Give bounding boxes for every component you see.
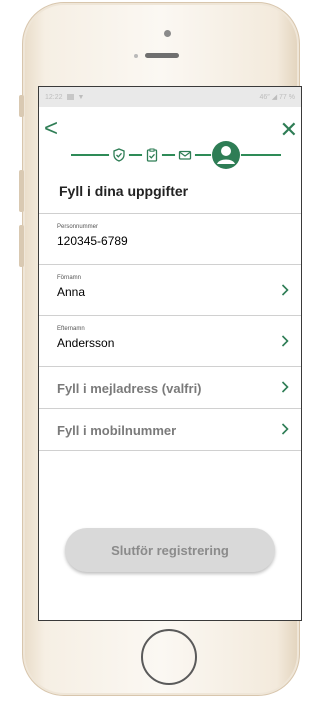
notification-icon: ▼ [77, 93, 85, 101]
step-person-icon [211, 140, 241, 170]
step-clipboard-check-icon [142, 145, 162, 165]
efternamn-value: Andersson [57, 336, 115, 350]
chevron-right-icon [281, 380, 289, 398]
status-bar: 12:22 ▼ 46″ ◢ 77 % [39, 87, 301, 107]
mobile-placeholder: Fyll i mobilnummer [57, 423, 177, 438]
fornamn-field[interactable]: Förnamn Anna [39, 265, 301, 316]
speaker [145, 53, 179, 58]
chevron-right-icon [281, 422, 289, 440]
page-title: Fyll i dina uppgifter [59, 183, 189, 199]
personnummer-label: Personnummer [57, 224, 99, 230]
mobile-field[interactable]: Fyll i mobilnummer [39, 409, 301, 451]
image-notification-icon [66, 94, 74, 100]
volume-down-button [19, 225, 24, 267]
progress-steps [39, 140, 301, 170]
fornamn-value: Anna [57, 285, 86, 299]
volume-up-button [19, 170, 24, 212]
step-shield-icon [109, 145, 129, 165]
app-screen: 12:22 ▼ 46″ ◢ 77 % < ✕ Fyll i dina uppgi… [38, 86, 302, 621]
sensor [134, 54, 138, 58]
home-button[interactable] [141, 629, 197, 685]
step-envelope-icon [175, 145, 195, 165]
camera [164, 30, 171, 37]
efternamn-field[interactable]: Efternamn Andersson [39, 316, 301, 367]
email-placeholder: Fyll i mejladress (valfri) [57, 381, 202, 396]
close-button[interactable]: ✕ [280, 119, 298, 141]
chevron-right-icon [281, 283, 289, 301]
side-button [19, 95, 24, 117]
chevron-right-icon [281, 334, 289, 352]
finish-registration-button[interactable]: Slutför registrering [65, 528, 275, 572]
personnummer-value: 120345-6789 [57, 234, 128, 248]
efternamn-label: Efternamn [57, 326, 85, 332]
email-field[interactable]: Fyll i mejladress (valfri) [39, 367, 301, 409]
back-button[interactable]: < [44, 117, 58, 141]
status-time: 12:22 [45, 93, 63, 101]
fornamn-label: Förnamn [57, 275, 82, 281]
status-indicators: 46″ ◢ 77 % [259, 94, 296, 101]
nav-bar: < ✕ [39, 107, 301, 170]
personnummer-field[interactable]: Personnummer 120345-6789 [39, 214, 301, 265]
